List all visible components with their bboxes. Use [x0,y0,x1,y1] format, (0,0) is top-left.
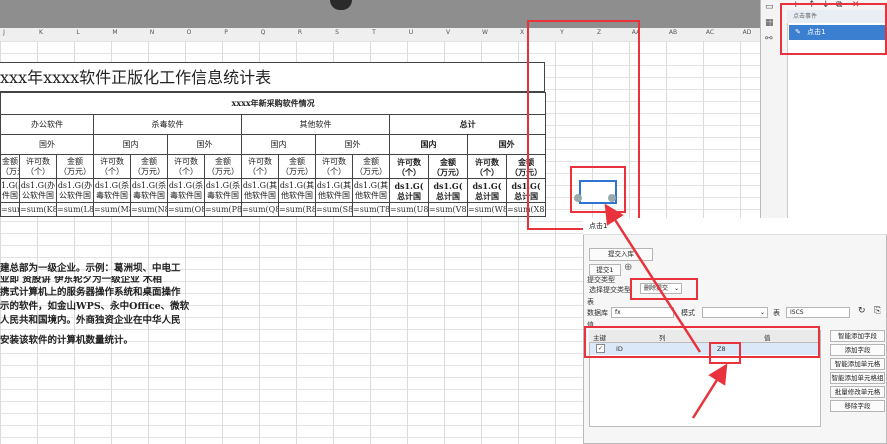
arrow-to-cell [604,203,702,353]
arrow-to-value [691,363,728,419]
annotation-arrows [604,203,728,419]
